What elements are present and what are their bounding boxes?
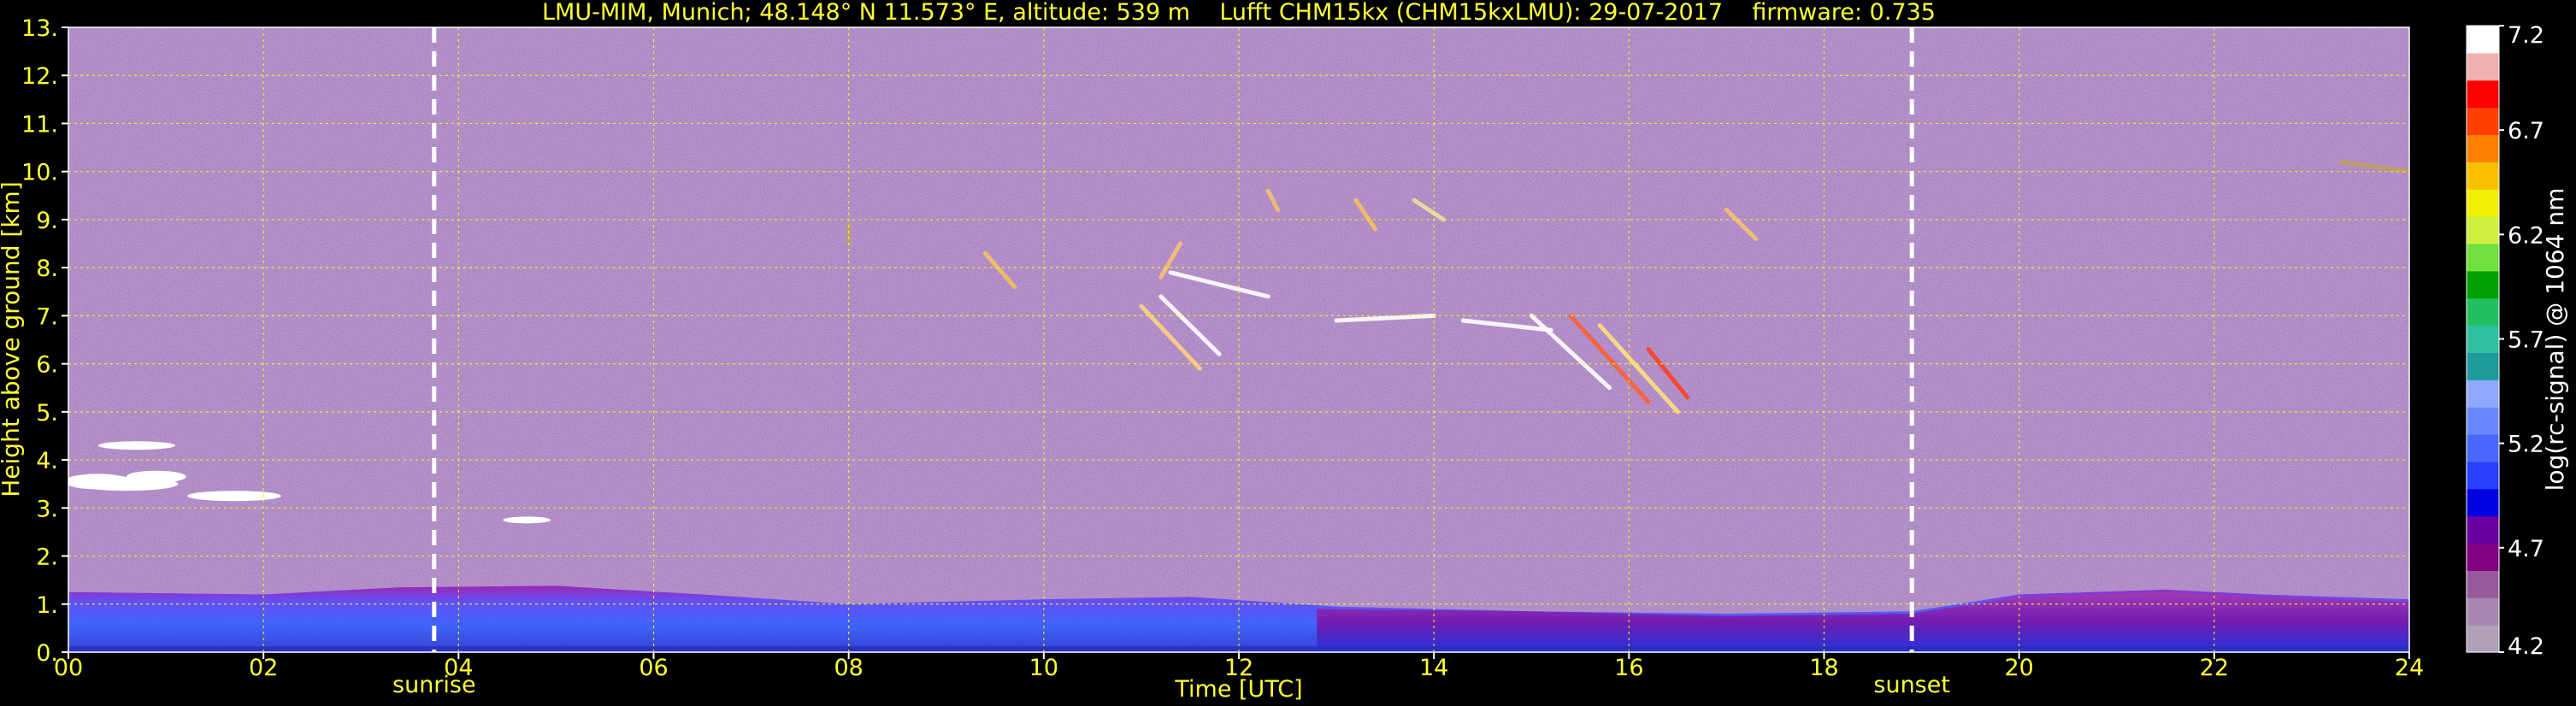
y-tick-label: 2. [36, 544, 58, 571]
y-tick-label: 7. [36, 303, 58, 330]
low-cloud-blob [126, 470, 186, 483]
y-tick-label: 13. [21, 15, 58, 42]
x-tick-label: 14 [1419, 655, 1448, 681]
y-tick-label: 1. [36, 592, 58, 619]
x-axis-label: Time [UTC] [1174, 676, 1302, 703]
x-tick-label: 16 [1614, 655, 1643, 681]
y-tick-label: 6. [36, 352, 58, 379]
ceilometer-plot: sunrise sunset 00 02 04 06 08 10 12 14 16 18 20 22 24… [0, 15, 2424, 703]
x-tick-label: 06 [639, 655, 668, 681]
x-tick-label: 20 [2004, 655, 2033, 681]
x-tick-label: 08 [834, 655, 863, 681]
y-tick-label: 5. [36, 400, 58, 427]
x-tick-label: 10 [1029, 655, 1058, 681]
low-cloud-blob [186, 491, 281, 502]
marker-label-sunset: sunset [1873, 672, 1950, 698]
x-tick-label: 24 [2395, 655, 2424, 681]
x-tick-label: 02 [249, 655, 278, 681]
low-cloud-blob [503, 516, 551, 524]
x-tick-label: 18 [1809, 655, 1838, 681]
y-axis-label: Height above ground [km] [0, 181, 25, 497]
y-tick-label: 10. [21, 160, 58, 186]
x-tick-label: 22 [2200, 655, 2229, 681]
y-tick-label: 3. [36, 496, 58, 522]
y-tick-label: 4. [36, 448, 58, 474]
y-tick-label: 9. [36, 208, 58, 234]
y-tick-label: 8. [36, 256, 58, 282]
x-tick-label: 04 [444, 655, 473, 681]
low-cloud-blob [97, 441, 175, 450]
y-tick-label: 12. [21, 63, 58, 90]
y-tick-label: 11. [21, 111, 58, 138]
y-tick-label: 0. [36, 640, 58, 667]
